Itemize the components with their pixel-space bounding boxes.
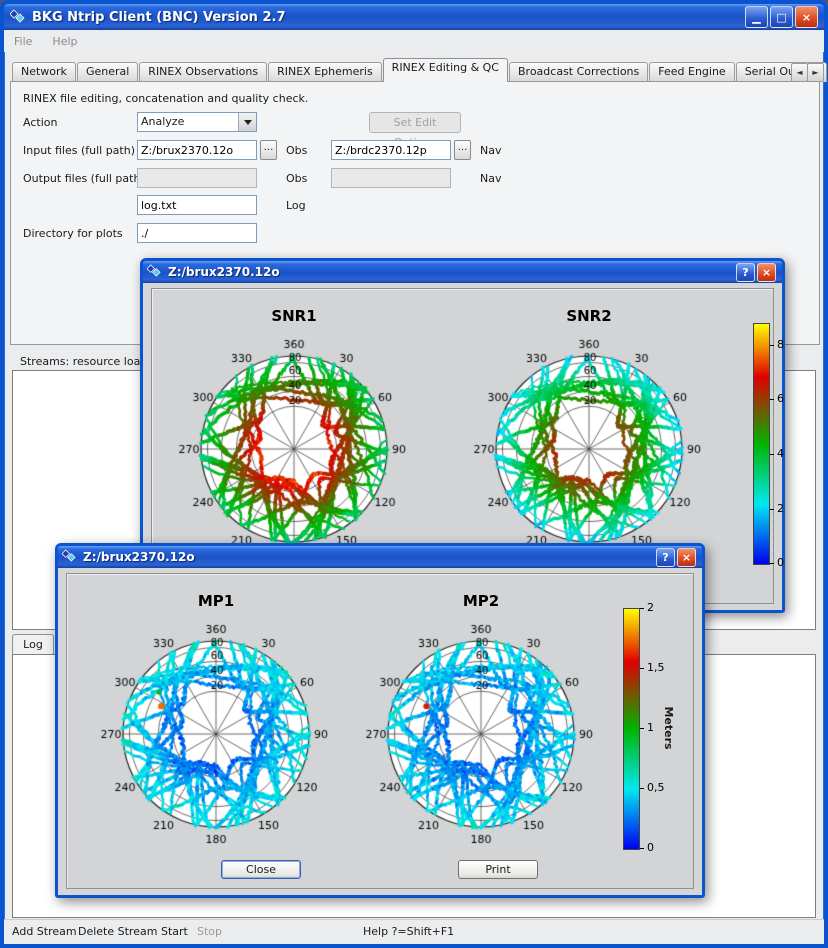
snr-dialog-titlebar[interactable]: Z:/brux2370.12o ? × (143, 261, 782, 283)
mp1-title: MP1 (96, 592, 336, 610)
colorbar-tick-label: 1,5 (647, 662, 665, 674)
delete-stream-button[interactable]: Delete Stream (78, 925, 157, 938)
dialog-help-button[interactable]: ? (736, 263, 755, 282)
window-controls: ▁ □ × (745, 6, 820, 28)
tab-rinex-editing-qc[interactable]: RINEX Editing & QC (383, 58, 508, 82)
input-obs-file[interactable] (137, 140, 257, 160)
colorbar-tick-label: 2 (777, 503, 784, 515)
mp-dialog-titlebar[interactable]: Z:/brux2370.12o ? × (58, 546, 702, 568)
snr2-title: SNR2 (469, 307, 709, 325)
tab-broadcast-corrections[interactable]: Broadcast Corrections (509, 62, 648, 82)
plots-dir-field[interactable] (137, 223, 257, 243)
statusbar-help-text: Help ?=Shift+F1 (363, 925, 454, 938)
colorbar-tick (640, 848, 644, 849)
tab-rinex-observations[interactable]: RINEX Observations (139, 62, 267, 82)
close-button[interactable]: × (795, 6, 818, 28)
dialog-close-button[interactable]: × (757, 263, 776, 282)
streams-label: Streams: resource load (20, 355, 147, 368)
colorbar-tick-label: 1 (647, 722, 654, 734)
set-edit-options-button: Set Edit Options (369, 112, 461, 133)
colorbar-axis-label: Meters (661, 698, 675, 758)
tab-scroll-left-icon[interactable]: ◄ (791, 63, 808, 82)
colorbar-tick (640, 728, 644, 729)
colorbar-tick-label: 0 (777, 557, 784, 569)
action-selected-value: Analyze (138, 113, 238, 131)
output-obs-file (137, 168, 257, 188)
colorbar-gradient (623, 608, 640, 850)
colorbar-tick (770, 509, 774, 510)
bnc-logo-icon (62, 549, 78, 565)
start-button[interactable]: Start (161, 925, 188, 938)
skyplot-snr1 (174, 325, 414, 565)
print-plot-button[interactable]: Print (458, 860, 538, 879)
snr-colorbar: 02468 (753, 323, 797, 563)
colorbar-tick (640, 608, 644, 609)
colorbar-tick-label: 0,5 (647, 782, 665, 794)
colorbar-tick-label: 6 (777, 393, 784, 405)
nav-tag-2: Nav (480, 172, 501, 185)
action-label: Action (23, 116, 57, 129)
colorbar-tick-label: 0 (647, 842, 654, 854)
browse-obs-button[interactable]: ... (260, 140, 277, 160)
logfile-field[interactable] (137, 195, 257, 215)
colorbar-tick (770, 399, 774, 400)
obs-tag: Obs (286, 144, 307, 157)
minimize-button[interactable]: ▁ (745, 6, 768, 28)
dialog-help-button[interactable]: ? (656, 548, 675, 567)
bnc-main-window: BKG Ntrip Client (BNC) Version 2.7 ▁ □ ×… (0, 0, 828, 948)
input-files-label: Input files (full path) (23, 144, 135, 157)
browse-nav-button[interactable]: ... (454, 140, 471, 160)
skyplot-snr2 (469, 325, 709, 565)
tab-bar: Network General RINEX Observations RINEX… (12, 60, 828, 82)
colorbar-tick-label: 2 (647, 602, 654, 614)
tab-log[interactable]: Log (12, 634, 54, 656)
window-titlebar[interactable]: BKG Ntrip Client (BNC) Version 2.7 ▁ □ × (4, 4, 824, 30)
mp-dialog-controls: ? × (656, 548, 698, 567)
combo-dropdown-icon[interactable] (238, 113, 256, 131)
colorbar-tick (640, 668, 644, 669)
mp-plot-dialog: Z:/brux2370.12o ? × MP1 MP2 0 0,5 1 1,5 2 Me… (55, 543, 705, 898)
colorbar-gradient (753, 323, 770, 565)
tab-network[interactable]: Network (12, 62, 76, 82)
snr1-title: SNR1 (174, 307, 414, 325)
dialog-close-button[interactable]: × (677, 548, 696, 567)
tab-feed-engine[interactable]: Feed Engine (649, 62, 734, 82)
add-stream-button[interactable]: Add Stream (12, 925, 77, 938)
colorbar-tick (770, 345, 774, 346)
menu-file[interactable]: File (4, 33, 42, 50)
window-title: BKG Ntrip Client (BNC) Version 2.7 (32, 10, 286, 25)
colorbar-tick (640, 788, 644, 789)
input-nav-file[interactable] (331, 140, 451, 160)
mp-plot-area: MP1 MP2 0 0,5 1 1,5 2 Meters Close Print (66, 573, 694, 889)
tab-rinex-ephemeris[interactable]: RINEX Ephemeris (268, 62, 382, 82)
snr-dialog-controls: ? × (736, 263, 778, 282)
skyplot-mp1 (96, 610, 336, 850)
skyplot-mp2 (361, 610, 601, 850)
log-tag: Log (286, 199, 306, 212)
colorbar-tick-label: 8 (777, 339, 784, 351)
menubar: File Help (4, 30, 824, 52)
obs-tag-2: Obs (286, 172, 307, 185)
tab-scroll-right-icon[interactable]: ► (807, 63, 824, 82)
close-plot-button[interactable]: Close (221, 860, 301, 879)
snr-dialog-title: Z:/brux2370.12o (168, 265, 280, 279)
tab-general[interactable]: General (77, 62, 138, 82)
output-nav-file (331, 168, 451, 188)
colorbar-tick-label: 4 (777, 448, 784, 460)
plots-dir-label: Directory for plots (23, 227, 123, 240)
colorbar-tick (770, 563, 774, 564)
panel-description: RINEX file editing, concatenation and qu… (23, 92, 308, 105)
stop-button: Stop (197, 925, 222, 938)
maximize-button[interactable]: □ (770, 6, 793, 28)
action-select[interactable]: Analyze (137, 112, 257, 132)
output-files-label: Output files (full path) (23, 172, 145, 185)
bnc-logo-icon (10, 9, 26, 25)
menu-help[interactable]: Help (42, 33, 87, 50)
bnc-logo-icon (147, 264, 163, 280)
mp-dialog-title: Z:/brux2370.12o (83, 550, 195, 564)
mp2-title: MP2 (361, 592, 601, 610)
statusbar: Add Stream Delete Stream Start Stop Help… (4, 919, 824, 944)
nav-tag: Nav (480, 144, 501, 157)
colorbar-tick (770, 454, 774, 455)
